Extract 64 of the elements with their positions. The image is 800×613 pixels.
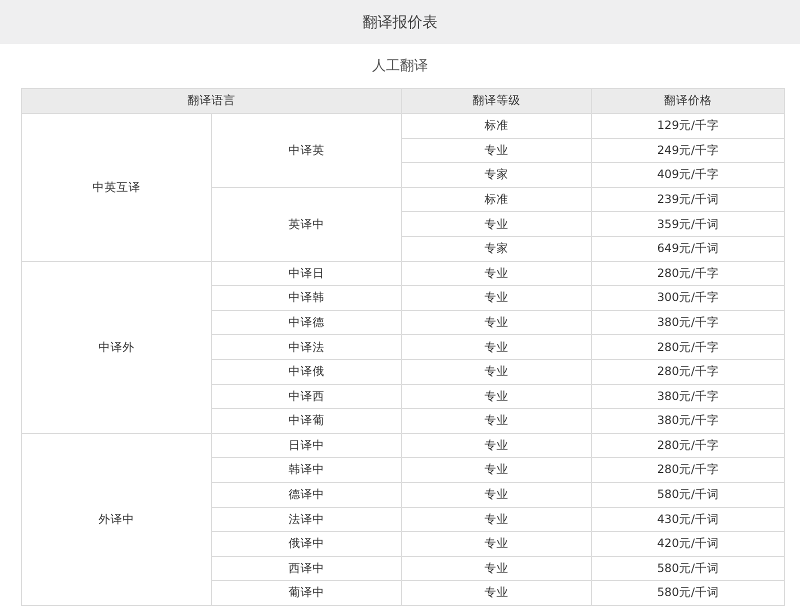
table-cell: 专业	[402, 384, 592, 409]
table-cell: 580元/千词	[592, 482, 784, 507]
table-cell: 280元/千字	[592, 334, 784, 360]
table-cell: 380元/千字	[592, 408, 784, 434]
table-cell: 专业	[402, 408, 592, 434]
table-cell: 380元/千字	[592, 384, 784, 409]
table-cell: 专业	[402, 334, 592, 360]
table-cell: 法译中	[212, 507, 402, 532]
table-cell: 专业	[402, 212, 592, 236]
table-cell: 专家	[402, 162, 592, 188]
column-header: 翻译语言	[22, 88, 402, 114]
table-cell: 359元/千词	[592, 212, 784, 236]
table-cell: 专业	[402, 556, 592, 581]
table-cell: 专业	[402, 138, 592, 163]
table-cell: 德译中	[212, 482, 402, 507]
table-cell: 外译中	[22, 433, 212, 606]
table-cell: 280元/千字	[592, 458, 784, 482]
table-cell: 249元/千字	[592, 138, 784, 163]
section-title: 人工翻译	[372, 56, 428, 76]
table-cell: 专业	[402, 458, 592, 482]
table-cell: 430元/千词	[592, 507, 784, 532]
table-cell: 中译德	[212, 310, 402, 335]
table-cell: 580元/千词	[592, 556, 784, 581]
table-cell: 中译英	[212, 114, 402, 188]
page-title: 翻译报价表	[362, 12, 438, 33]
column-header: 翻译价格	[592, 88, 784, 114]
table-cell: 649元/千词	[592, 236, 784, 262]
table-cell: 专业	[402, 580, 592, 606]
table-cell: 标准	[402, 114, 592, 138]
table-cell: 日译中	[212, 433, 402, 458]
table-cell: 专家	[402, 236, 592, 262]
table-cell: 专业	[402, 286, 592, 310]
table-cell: 409元/千字	[592, 162, 784, 188]
table-cell: 韩译中	[212, 458, 402, 482]
column-header: 翻译等级	[402, 88, 592, 114]
table-cell: 420元/千词	[592, 532, 784, 556]
table-cell: 专业	[402, 310, 592, 335]
table-cell: 中译外	[22, 261, 212, 434]
table-cell: 标准	[402, 187, 592, 212]
table-cell: 葡译中	[212, 580, 402, 606]
table-cell: 580元/千词	[592, 580, 784, 606]
table-cell: 中英互译	[22, 114, 212, 262]
table-cell: 中译韩	[212, 286, 402, 310]
table-cell: 中译俄	[212, 359, 402, 384]
table-cell: 239元/千词	[592, 187, 784, 212]
table-cell: 俄译中	[212, 532, 402, 556]
table-cell: 280元/千字	[592, 433, 784, 458]
table-cell: 专业	[402, 482, 592, 507]
table-cell: 专业	[402, 507, 592, 532]
table-cell: 专业	[402, 433, 592, 458]
table-cell: 280元/千字	[592, 359, 784, 384]
table-cell: 专业	[402, 261, 592, 286]
table-cell: 专业	[402, 532, 592, 556]
table-cell: 中译西	[212, 384, 402, 409]
table-cell: 中译日	[212, 261, 402, 286]
table-cell: 西译中	[212, 556, 402, 581]
table-cell: 英译中	[212, 187, 402, 262]
table-cell: 280元/千字	[592, 261, 784, 286]
table-cell: 中译葡	[212, 408, 402, 434]
table-cell: 中译法	[212, 334, 402, 360]
table-cell: 300元/千字	[592, 286, 784, 310]
table-cell: 380元/千字	[592, 310, 784, 335]
table-cell: 专业	[402, 359, 592, 384]
table-cell: 129元/千字	[592, 114, 784, 138]
